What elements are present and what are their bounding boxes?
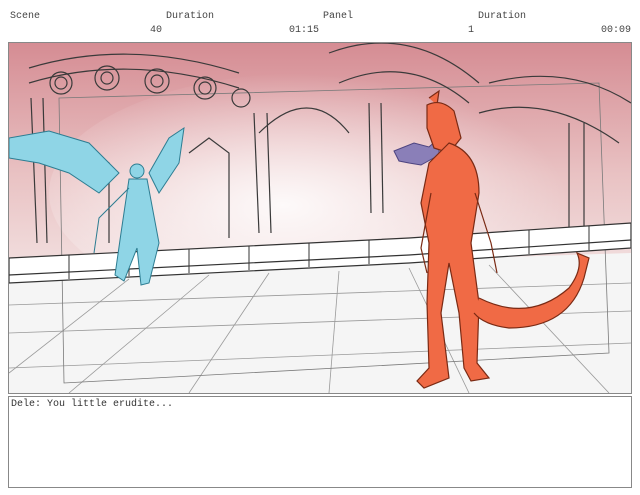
scene-duration: 01:15 [289, 25, 320, 36]
scene-label: Scene [10, 11, 41, 22]
panel-duration-label: Duration [478, 11, 527, 22]
dialogue-text: Dele: You little erudite... [11, 399, 174, 410]
panel-number: 1 [468, 25, 475, 36]
panel-duration: 00:09 [601, 25, 632, 36]
storyboard-panel [8, 42, 632, 394]
duration-label: Duration [166, 11, 215, 22]
scene-number: 40 [150, 25, 163, 36]
head [129, 163, 145, 179]
panel-label: Panel [323, 11, 354, 22]
dialogue-box: Dele: You little erudite... [8, 396, 632, 488]
panel-drawing [9, 43, 631, 393]
